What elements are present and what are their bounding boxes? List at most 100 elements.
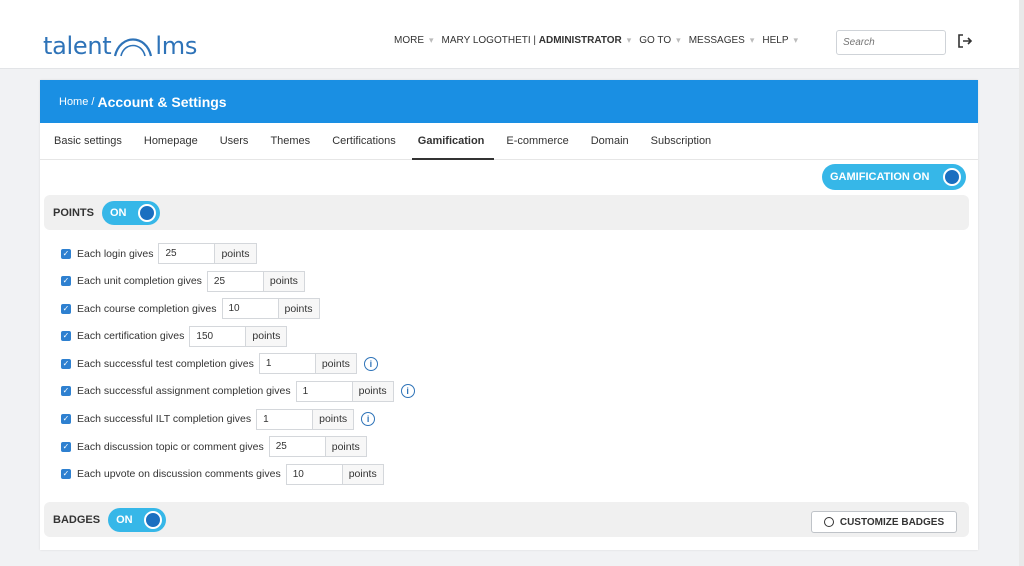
nav-user-separator: | <box>530 35 539 46</box>
points-rule-row: ✓ Each successful ILT completion gives 1… <box>61 408 415 431</box>
rule-label: Each successful ILT completion gives <box>77 413 252 426</box>
nav-more[interactable]: MORE ▾ <box>394 35 442 46</box>
points-rule-row: ✓ Each course completion gives 10 points <box>61 297 415 320</box>
badges-section-header: BADGES ON CUSTOMIZE BADGES <box>44 502 969 537</box>
app-page: talent lms MORE ▾ MARY LOGOTHETI | ADMINI… <box>0 0 1024 566</box>
points-unit: points <box>262 270 305 292</box>
nav-messages-label: MESSAGES <box>688 35 745 46</box>
points-rule-row: ✓ Each unit completion gives 25 points <box>61 270 415 293</box>
search-input[interactable] <box>836 30 946 55</box>
nav-goto-label: GO TO <box>639 35 672 46</box>
toggle-knob <box>144 510 163 529</box>
nav-more-label: MORE <box>394 35 424 46</box>
nav-user-name: MARY LOGOTHETI <box>441 35 531 46</box>
badges-section-label: BADGES <box>53 513 101 526</box>
rule-label: Each login gives <box>77 247 154 260</box>
info-icon[interactable]: i <box>400 384 415 399</box>
chevron-down-icon: ▾ <box>676 35 681 45</box>
points-unit: points <box>214 243 257 264</box>
points-value-input[interactable]: 25 <box>268 436 325 458</box>
points-rules-list: ✓ Each login gives 25 points ✓ Each unit… <box>61 242 415 490</box>
breadcrumb-home[interactable]: Home / <box>59 96 94 108</box>
logo[interactable]: talent lms <box>43 26 197 60</box>
rule-label: Each successful test completion gives <box>77 357 254 370</box>
points-value-input[interactable]: 1 <box>258 353 315 375</box>
rule-label: Each certification gives <box>77 330 185 343</box>
tab-users[interactable]: Users <box>220 123 249 159</box>
page-title: Account & Settings <box>97 93 227 110</box>
logo-text-right: lms <box>155 32 198 60</box>
points-unit: points <box>314 353 357 375</box>
chevron-down-icon: ▾ <box>626 35 632 45</box>
checkbox-icon[interactable]: ✓ <box>61 386 71 397</box>
points-value-input[interactable]: 10 <box>221 298 278 320</box>
gamification-toggle[interactable]: GAMIFICATION ON <box>822 164 966 190</box>
points-rule-row: ✓ Each successful test completion gives … <box>61 352 415 375</box>
points-value-input[interactable]: 25 <box>206 270 263 292</box>
arc-icon <box>114 38 153 57</box>
tab-basic-settings[interactable]: Basic settings <box>54 123 122 159</box>
points-section-label: POINTS <box>53 206 94 219</box>
checkbox-icon[interactable]: ✓ <box>61 414 71 425</box>
logo-text-left: talent <box>43 32 112 60</box>
points-unit: points <box>351 380 394 402</box>
toggle-knob <box>943 168 961 186</box>
chevron-down-icon: ▾ <box>749 35 755 45</box>
rule-label: Each upvote on discussion comments gives <box>77 468 281 481</box>
customize-badges-button[interactable]: CUSTOMIZE BADGES <box>811 511 957 533</box>
nav-user[interactable]: MARY LOGOTHETI | ADMINISTRATOR ▾ <box>442 35 640 46</box>
points-section-header: POINTS ON <box>44 195 969 230</box>
chevron-down-icon: ▾ <box>429 35 434 45</box>
tab-subscription[interactable]: Subscription <box>651 123 712 159</box>
settings-tabs: Basic settings Homepage Users Themes Cer… <box>40 123 978 160</box>
points-toggle[interactable]: ON <box>101 200 160 225</box>
points-rule-row: ✓ Each certification gives 150 points <box>61 325 415 348</box>
nav-help-label: HELP <box>762 35 789 46</box>
checkbox-icon[interactable]: ✓ <box>61 469 71 480</box>
points-unit: points <box>277 298 320 320</box>
circle-icon <box>823 517 834 527</box>
breadcrumb: Home / Account & Settings <box>40 80 978 123</box>
info-icon[interactable]: i <box>361 412 376 427</box>
rule-label: Each discussion topic or comment gives <box>77 440 264 453</box>
points-value-input[interactable]: 1 <box>295 380 352 402</box>
settings-card: Home / Account & Settings Basic settings… <box>40 80 978 550</box>
points-rule-row: ✓ Each login gives 25 points <box>61 242 415 265</box>
tab-domain[interactable]: Domain <box>591 123 629 159</box>
points-toggle-label: ON <box>109 206 127 219</box>
points-value-input[interactable]: 1 <box>256 408 313 430</box>
checkbox-icon[interactable]: ✓ <box>61 303 71 314</box>
points-unit: points <box>245 325 288 347</box>
tab-gamification[interactable]: Gamification <box>411 123 494 160</box>
points-rule-row: ✓ Each discussion topic or comment gives… <box>61 435 415 458</box>
checkbox-icon[interactable]: ✓ <box>61 358 71 369</box>
nav-help[interactable]: HELP ▾ <box>762 35 806 46</box>
points-unit: points <box>324 436 367 458</box>
rule-label: Each course completion gives <box>77 302 217 315</box>
points-value-input[interactable]: 25 <box>158 243 215 264</box>
rule-label: Each successful assignment completion gi… <box>77 385 291 398</box>
logout-icon[interactable] <box>957 33 973 49</box>
badges-toggle-label: ON <box>116 513 133 526</box>
nav-messages[interactable]: MESSAGES ▾ <box>689 35 763 46</box>
checkbox-icon[interactable]: ✓ <box>61 276 71 287</box>
tab-homepage[interactable]: Homepage <box>144 123 198 159</box>
chevron-down-icon: ▾ <box>793 35 799 45</box>
checkbox-icon[interactable]: ✓ <box>61 331 71 342</box>
points-value-input[interactable]: 150 <box>189 325 246 347</box>
checkbox-icon[interactable]: ✓ <box>61 248 71 259</box>
top-bar: talent lms MORE ▾ MARY LOGOTHETI | ADMINI… <box>0 0 1024 69</box>
nav-goto[interactable]: GO TO ▾ <box>639 35 688 46</box>
tab-themes[interactable]: Themes <box>270 123 310 159</box>
toggle-knob <box>137 203 156 222</box>
top-navigation: MORE ▾ MARY LOGOTHETI | ADMINISTRATOR ▾ GO… <box>394 35 806 46</box>
info-icon[interactable]: i <box>363 356 378 371</box>
tab-certifications[interactable]: Certifications <box>332 123 396 159</box>
scrollbar[interactable] <box>1019 0 1024 566</box>
tab-e-commerce[interactable]: E-commerce <box>506 123 568 159</box>
points-rule-row: ✓ Each successful assignment completion … <box>61 380 415 403</box>
points-value-input[interactable]: 10 <box>285 463 342 485</box>
badges-toggle[interactable]: ON <box>108 507 167 532</box>
points-rule-row: ✓ Each upvote on discussion comments giv… <box>61 463 415 486</box>
checkbox-icon[interactable]: ✓ <box>61 441 71 452</box>
